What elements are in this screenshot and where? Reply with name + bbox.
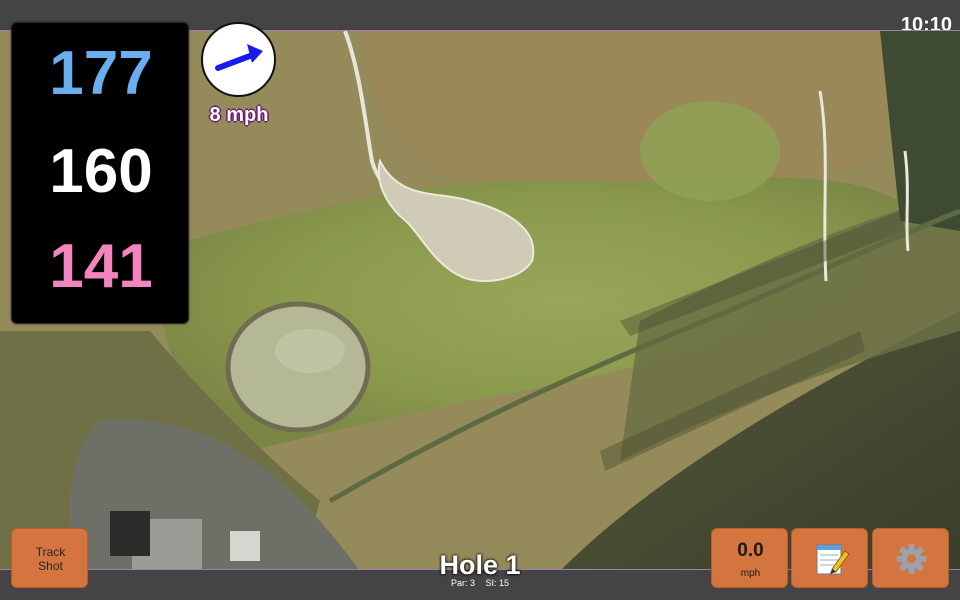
- distance-middle: 160: [49, 137, 153, 206]
- distance-front: 141: [49, 232, 153, 301]
- hole-si: SI: 15: [485, 578, 510, 588]
- wind-direction-dial: [201, 22, 276, 97]
- speed-unit: mph: [740, 568, 761, 579]
- hole-title: Hole 1: [439, 550, 521, 580]
- distance-back: 177: [49, 39, 153, 108]
- speed-value: 0.0: [737, 540, 764, 561]
- arrow-up-right-icon: [215, 44, 263, 71]
- track-shot-label: Track Shot: [35, 545, 66, 573]
- hole-meta: Par: 3 SI: 15: [380, 578, 580, 588]
- gear-icon: [896, 544, 927, 574]
- notepad-pencil-icon: [816, 544, 850, 575]
- hole-par: Par: 3: [450, 578, 475, 588]
- track-shot-button[interactable]: Track Shot: [11, 528, 88, 588]
- wind-speed: 8 mph: [209, 104, 269, 126]
- distance-panel: 177 160 141: [11, 22, 189, 324]
- settings-button[interactable]: [872, 528, 949, 588]
- notes-button[interactable]: [791, 528, 868, 588]
- speed-button[interactable]: 0.0 mph: [711, 528, 788, 588]
